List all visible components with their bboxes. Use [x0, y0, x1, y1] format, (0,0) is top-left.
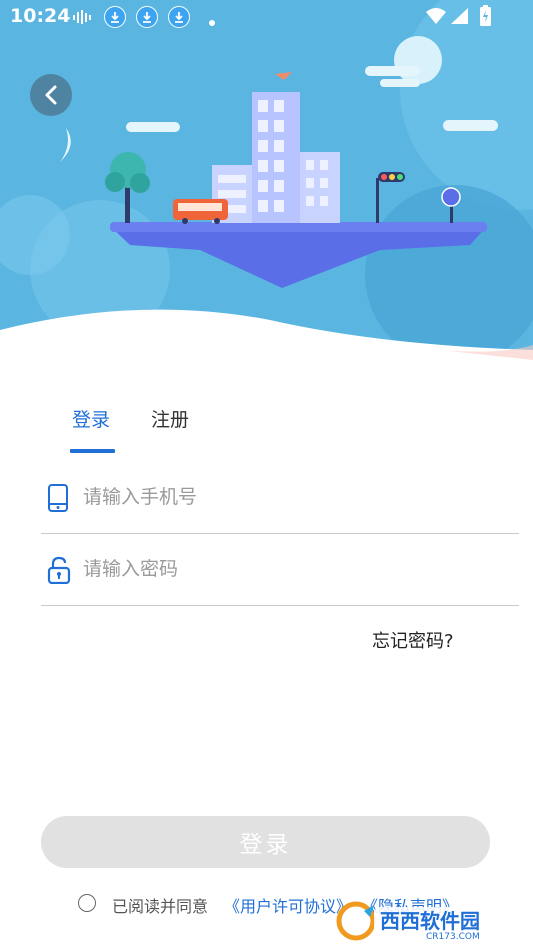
- tab-register[interactable]: 注册: [151, 405, 189, 432]
- tab-login[interactable]: 登录: [72, 405, 110, 432]
- battery-icon: [479, 5, 492, 31]
- audio-wave-icon: [72, 9, 94, 29]
- notification-dot-icon: [208, 12, 216, 31]
- user-license-link[interactable]: 《用户许可协议》: [224, 893, 352, 917]
- phone-field: [41, 461, 519, 534]
- wifi-icon: [425, 7, 447, 29]
- chevron-left-icon: [45, 85, 57, 105]
- city-illustration: [0, 0, 533, 365]
- svg-text:CR173.COM: CR173.COM: [426, 932, 480, 942]
- password-input[interactable]: [83, 533, 503, 605]
- hero-illustration: [0, 0, 533, 365]
- active-tab-indicator: [70, 449, 115, 453]
- svg-text:西西软件园: 西西软件园: [380, 909, 480, 933]
- login-button[interactable]: 登录: [41, 816, 490, 868]
- download-icon: [168, 6, 190, 28]
- watermark-logo: 西西软件园 CR173.COM: [334, 897, 514, 943]
- phone-icon: [47, 484, 69, 516]
- download-icon: [136, 6, 158, 28]
- phone-input[interactable]: [83, 461, 503, 533]
- forgot-password-link[interactable]: 忘记密码?: [372, 627, 454, 653]
- back-button[interactable]: [30, 74, 72, 116]
- status-bar: 10:24: [0, 0, 533, 34]
- lock-icon: [47, 556, 71, 588]
- agreement-text: 已阅读并同意: [112, 897, 209, 916]
- status-time: 10:24: [10, 5, 71, 27]
- signal-icon: [450, 7, 469, 29]
- password-field: [41, 533, 519, 606]
- agreement-checkbox[interactable]: [78, 894, 96, 912]
- download-icon: [104, 6, 126, 28]
